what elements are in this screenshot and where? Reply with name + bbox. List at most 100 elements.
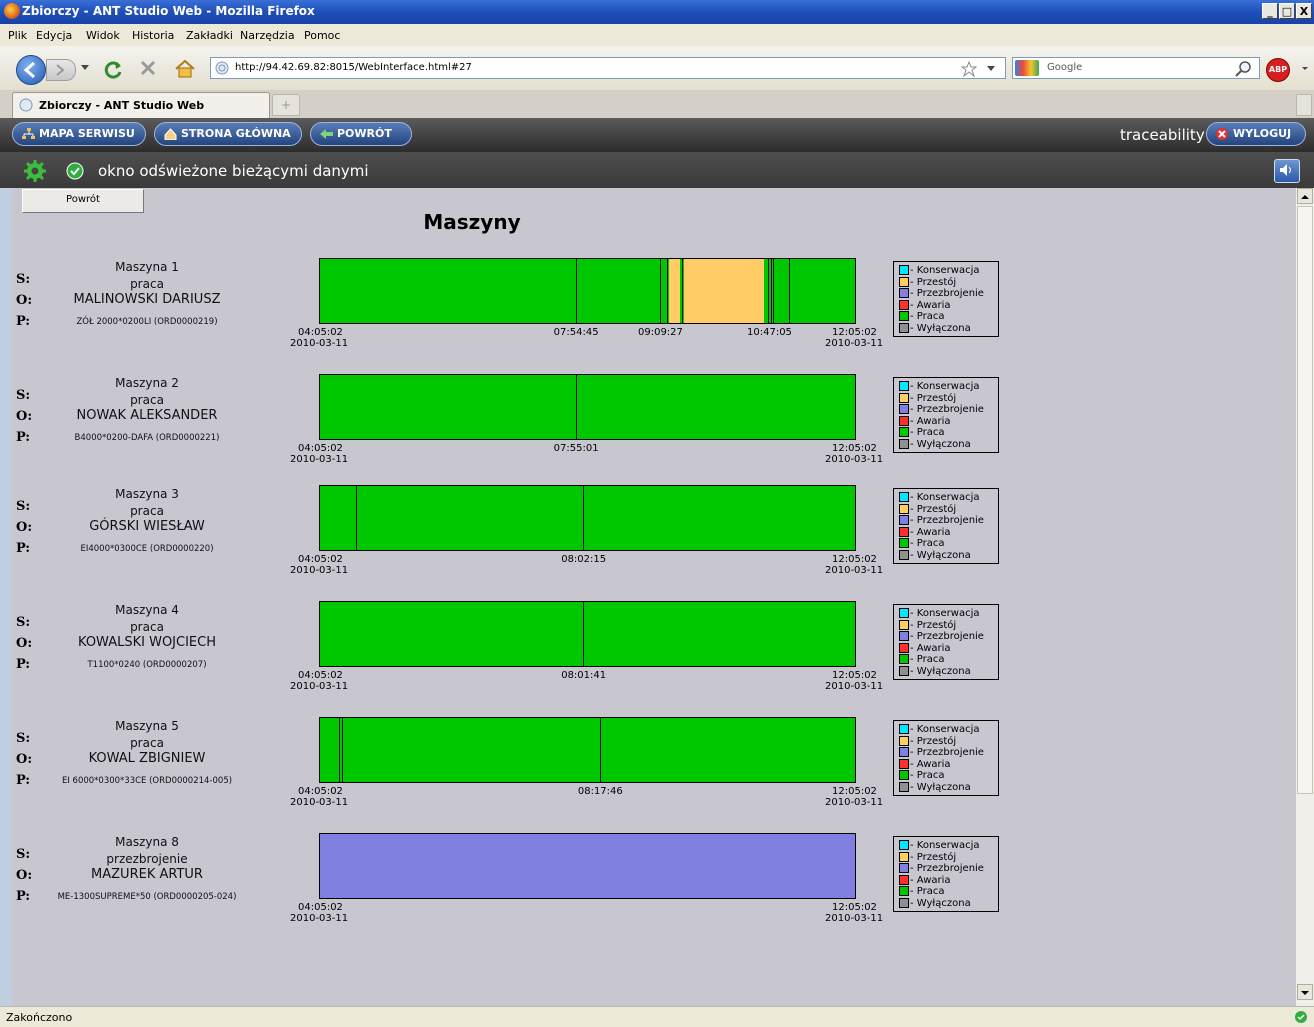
legend-label: - Wyłączona: [910, 897, 971, 909]
menu-widok[interactable]: Widok: [86, 29, 120, 42]
legend-item: - Przestój: [899, 851, 956, 863]
back-page-button[interactable]: Powrót: [22, 189, 144, 213]
scroll-up-arrow-icon: [1301, 195, 1309, 199]
machine-timeline[interactable]: [319, 833, 856, 899]
machine-name: Maszyna 5: [115, 719, 179, 733]
machine-timeline[interactable]: [319, 374, 856, 440]
legend-item: - Praca: [899, 427, 945, 438]
google-engine-icon[interactable]: [1015, 60, 1039, 76]
state-legend: - Konserwacja - Przestój - Przezbrojenie - …: [893, 261, 999, 337]
legend-swatch: [899, 311, 909, 321]
scroll-up-button[interactable]: [1297, 188, 1313, 204]
status-ok-icon: [1295, 1011, 1307, 1023]
app-header: MAPA SERWISU STRONA GŁÓWNA POWRÓT tracea…: [0, 118, 1314, 152]
operator-label: O:: [16, 520, 33, 535]
close-button[interactable]: X: [1296, 3, 1312, 19]
back-nav-button[interactable]: [16, 55, 46, 85]
legend-swatch: [899, 503, 909, 514]
menu-plik[interactable]: Plik: [8, 29, 27, 42]
search-icon[interactable]: [1235, 60, 1253, 78]
search-box[interactable]: Google: [1012, 57, 1260, 79]
machine-timeline[interactable]: [319, 717, 856, 783]
timeline-segment: [668, 259, 680, 323]
adblock-dropdown-icon[interactable]: [1302, 67, 1308, 71]
machine-name: Maszyna 4: [115, 603, 179, 617]
home-page-button[interactable]: STRONA GŁÓWNA: [154, 122, 302, 146]
minimize-button[interactable]: _: [1262, 3, 1278, 19]
machine-timeline[interactable]: [319, 485, 856, 551]
history-dropdown-icon[interactable]: [80, 64, 90, 72]
start-date: 2010-03-11: [290, 454, 349, 465]
scroll-down-button[interactable]: [1297, 984, 1313, 1000]
new-tab-button[interactable]: +: [272, 94, 300, 116]
end-date: 2010-03-11: [825, 797, 884, 808]
event-time-label: 09:09:27: [637, 327, 683, 338]
start-date: 2010-03-11: [290, 565, 349, 576]
legend-item: - Wyłączona: [899, 438, 971, 450]
start-time: 04:05:02: [298, 443, 343, 454]
back-app-button[interactable]: POWRÓT: [310, 122, 412, 146]
legend-swatch: [899, 265, 909, 275]
vertical-scrollbar[interactable]: [1296, 188, 1314, 1006]
timeline-tick: [341, 718, 343, 782]
machine-timeline[interactable]: [319, 258, 856, 324]
machine-timeline[interactable]: [319, 601, 856, 667]
state-legend: - Konserwacja - Przestój - Przezbrojenie - …: [893, 836, 999, 912]
machine-name: Maszyna 1: [115, 260, 179, 274]
sound-button[interactable]: [1274, 159, 1300, 183]
start-date: 2010-03-11: [290, 681, 349, 692]
legend-swatch: [899, 840, 909, 850]
legend-item: - Przestój: [899, 619, 956, 631]
menu-historia[interactable]: Historia: [132, 29, 174, 42]
machine-row: S: O: P: Maszyna 8 przezbrojenie MAZUREK ARTU…: [12, 833, 1296, 943]
machine-operator: MALINOWSKI DARIUSZ: [73, 292, 221, 307]
maximize-button[interactable]: □: [1279, 3, 1295, 19]
adblock-icon[interactable]: ABP: [1266, 58, 1290, 82]
scroll-thumb[interactable]: [1297, 206, 1313, 794]
home-icon[interactable]: [174, 58, 196, 78]
machine-name: Maszyna 8: [115, 835, 179, 849]
bookmark-star-icon[interactable]: [961, 61, 977, 77]
timeline-segment: [764, 259, 855, 323]
timeline-segment: [320, 602, 855, 666]
sitemap-button[interactable]: MAPA SERWISU: [12, 122, 146, 146]
start-time: 04:05:02: [298, 670, 343, 681]
machine-row: S: O: P: Maszyna 4 praca KOWALSKI WOJCIECH T11…: [12, 601, 1296, 711]
menu-pomoc[interactable]: Pomoc: [304, 29, 340, 42]
refresh-status-text: okno odświeżone bieżącymi danymi: [98, 162, 369, 180]
legend-label: - Praca: [910, 654, 945, 665]
logout-button[interactable]: WYLOGUJ: [1206, 122, 1306, 146]
page-title: Maszyny: [423, 210, 521, 234]
legend-swatch: [899, 758, 909, 769]
state-legend: - Konserwacja - Przestój - Przezbrojenie - …: [893, 720, 999, 796]
timeline-tick: [583, 602, 585, 666]
event-time-label: 08:17:46: [577, 786, 623, 797]
url-dropdown-icon[interactable]: [987, 66, 995, 72]
end-time: 12:05:02: [832, 554, 877, 565]
gear-icon[interactable]: [24, 160, 46, 182]
sitemap-label: MAPA SERWISU: [39, 127, 135, 140]
tab-list-button[interactable]: [1296, 94, 1312, 116]
legend-swatch: [899, 415, 909, 426]
timeline-tick: [599, 718, 601, 782]
machine-row: S: O: P: Maszyna 2 praca NOWAK ALEKSANDER B400…: [12, 374, 1296, 484]
tab-zbiorczy[interactable]: Zbiorczy - ANT Studio Web: [12, 92, 270, 118]
forward-nav-button[interactable]: [46, 59, 76, 81]
legend-label: - Awaria: [910, 758, 951, 770]
menu-narzedzia[interactable]: Narzędzia: [240, 29, 295, 42]
legend-label: - Przestój: [910, 392, 957, 404]
url-bar[interactable]: http://94.42.69.82:8015/WebInterface.htm…: [210, 57, 1006, 79]
menu-zakladki[interactable]: Zakładki: [186, 29, 233, 42]
menu-edycja[interactable]: Edycja: [36, 29, 72, 42]
legend-item: - Przezbrojenie: [899, 747, 984, 758]
machine-product: EI 6000*0300*33CE (ORD0000214-005): [61, 776, 233, 786]
reload-icon[interactable]: [102, 58, 124, 80]
end-time: 12:05:02: [832, 327, 877, 338]
end-date: 2010-03-11: [825, 913, 884, 924]
machine-product: T1100*0240 (ORD0000207): [87, 660, 207, 670]
status-label: S:: [16, 731, 31, 746]
back-arrow-icon: [23, 61, 35, 79]
stop-icon[interactable]: [138, 58, 158, 78]
content-area: Powrót Maszyny S: O: P: Maszyna 1 praca MALIN…: [12, 188, 1296, 1006]
legend-item: - Praca: [899, 538, 945, 549]
